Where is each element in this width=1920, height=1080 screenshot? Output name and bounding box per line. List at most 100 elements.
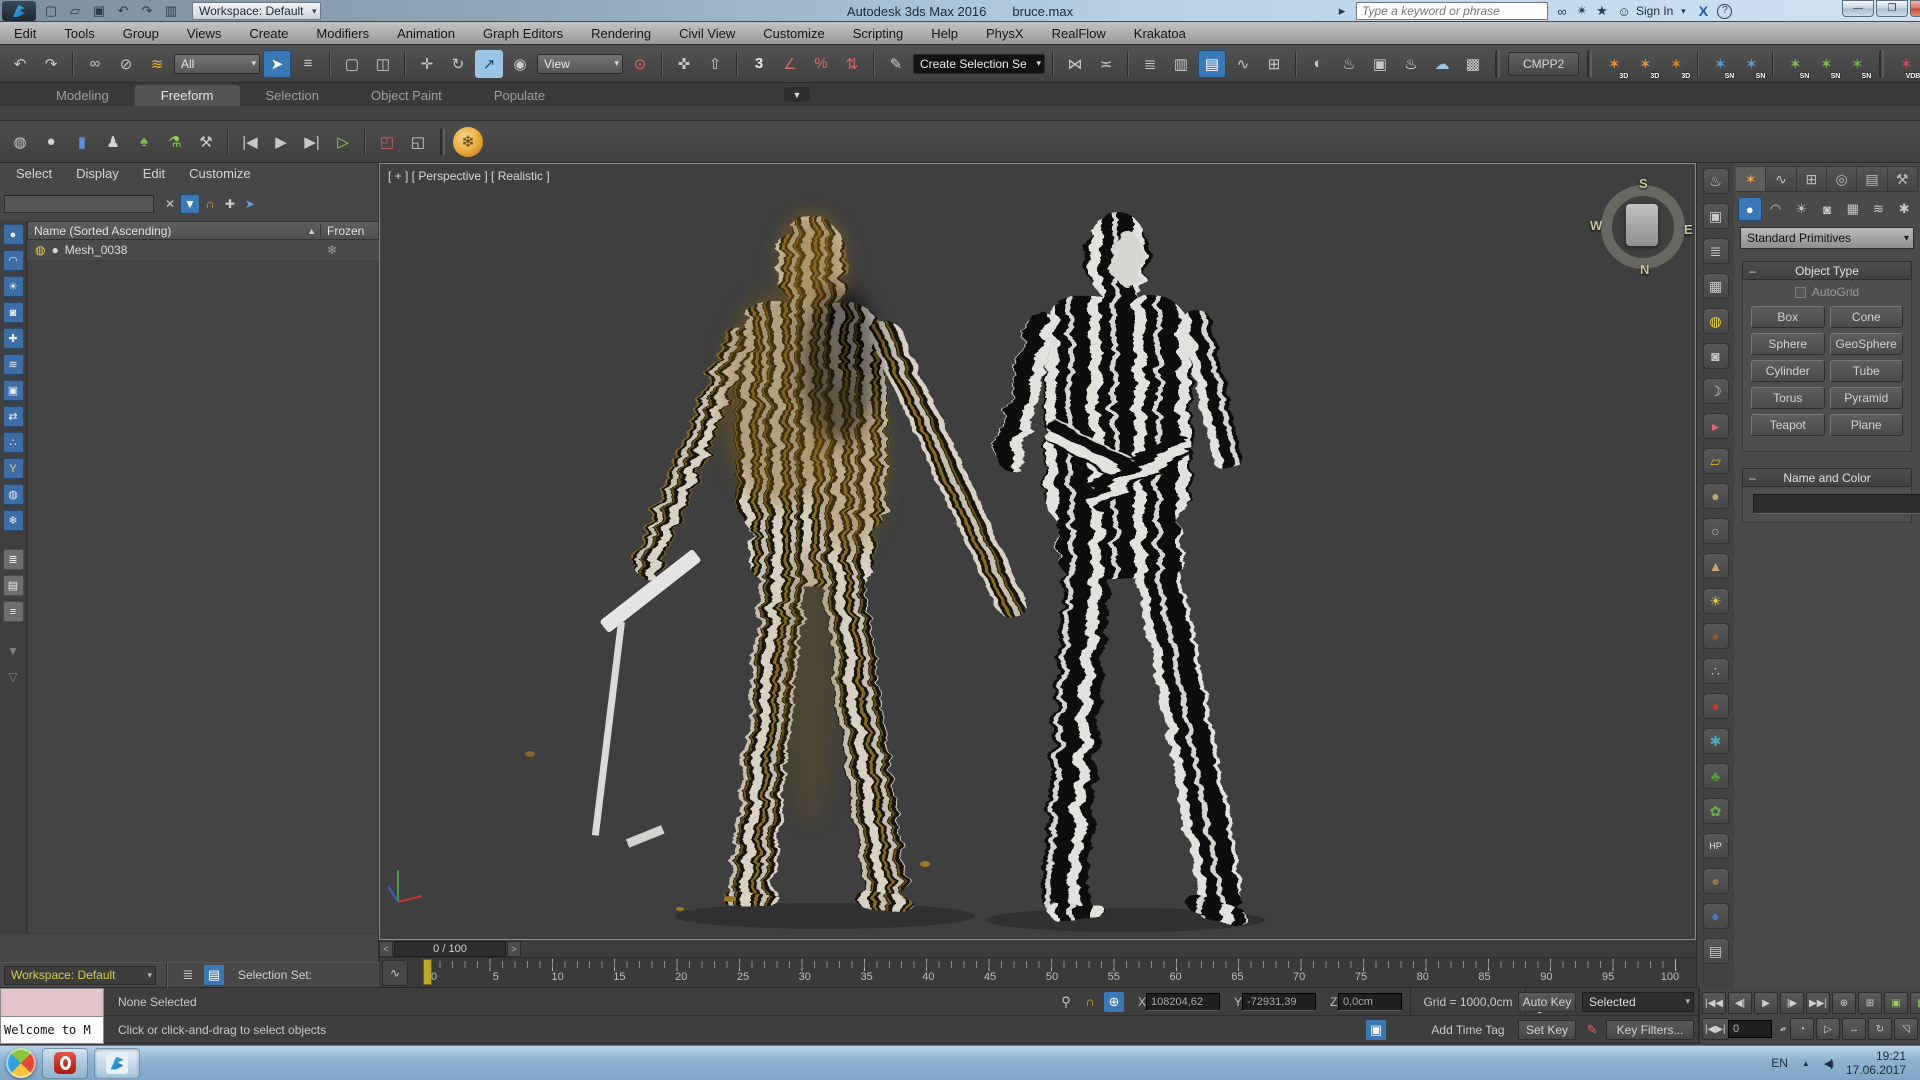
render-flyout-button[interactable]: ▩	[1459, 50, 1487, 78]
unlink-selection-icon[interactable]: ⊘	[112, 50, 140, 78]
language-indicator[interactable]: EN	[1771, 1056, 1788, 1070]
particle-dots-icon[interactable]: ∴	[1703, 658, 1729, 684]
track-bar[interactable]: ∿ 05101520253035404550556065707580859095…	[379, 958, 1696, 988]
se-display-lights-icon[interactable]: ☀	[3, 276, 24, 297]
sim-step-button[interactable]: ▶|	[298, 128, 326, 156]
ribbon-tab[interactable]: Freeform	[135, 85, 240, 106]
krakatoa-3d-paint-icon[interactable]: ✶3D	[1600, 50, 1628, 78]
primitive-button[interactable]: Torus	[1751, 387, 1825, 409]
menu-item[interactable]: Tools	[50, 22, 108, 45]
se-list-view-icon[interactable]: ≡	[3, 601, 24, 622]
ribbon-tab[interactable]: Selection	[240, 85, 345, 106]
search-input[interactable]	[1356, 2, 1548, 20]
category-helpers-icon[interactable]: ▦	[1841, 197, 1865, 221]
taskbar-opera-button[interactable]	[42, 1048, 88, 1079]
menu-item[interactable]: Scripting	[839, 22, 918, 45]
select-and-scale-button[interactable]: ↗	[475, 50, 503, 78]
tab-display[interactable]: ▤	[1857, 166, 1887, 192]
maxscript-mini-listener-white[interactable]: Welcome to M	[0, 1017, 104, 1044]
clear-search-icon[interactable]: ✕	[160, 194, 180, 214]
capsule-body-icon[interactable]: ▮	[68, 128, 96, 156]
column-name[interactable]: Name (Sorted Ascending)	[28, 224, 307, 238]
bind-to-spacewarp-icon[interactable]: ≋	[143, 50, 171, 78]
se-display-cameras-icon[interactable]: ◙	[3, 302, 24, 323]
curve-editor-button[interactable]: ∿	[1229, 50, 1257, 78]
white-plank[interactable]	[592, 549, 702, 848]
edit-named-sets-icon[interactable]: ✎	[882, 50, 910, 78]
graphite-ribbon-icon[interactable]: ▥	[1167, 50, 1195, 78]
pick-parent-icon[interactable]: ➤	[240, 194, 260, 214]
mesh-figure-right[interactable]	[991, 212, 1246, 926]
frozen-snowflake-icon[interactable]: ❄	[327, 243, 379, 257]
menu-item[interactable]: Edit	[0, 22, 50, 45]
camera-view-icon[interactable]: ◙	[1703, 343, 1729, 369]
se-display-geometry-icon[interactable]: ●	[3, 224, 24, 245]
redo-button[interactable]: ↷	[37, 50, 65, 78]
object-name[interactable]: Mesh_0038	[65, 243, 327, 257]
light-lister-icon[interactable]: ◍	[1703, 308, 1729, 334]
align-button[interactable]: ≍	[1092, 50, 1120, 78]
mirror-button[interactable]: ⋈	[1061, 50, 1089, 78]
ribbon-tab[interactable]: Populate	[468, 85, 571, 106]
previous-frame-arrow[interactable]: <	[379, 941, 393, 957]
se-display-materials-icon[interactable]: ◍	[3, 484, 24, 505]
se-display-frozen-icon[interactable]: ❄	[3, 510, 24, 531]
autogrid-checkbox[interactable]	[1795, 287, 1806, 298]
undo-qat-button[interactable]: ↶	[112, 2, 134, 20]
filter-toggle-icon[interactable]: ▼	[180, 194, 200, 214]
next-frame-arrow[interactable]: >	[507, 941, 521, 957]
sim-preview-button[interactable]: ▷	[329, 128, 357, 156]
daylight-sun-icon[interactable]: ☀	[1703, 588, 1729, 614]
favorites-star-icon[interactable]: ★	[1592, 3, 1612, 19]
flask-icon[interactable]: ⚗	[161, 128, 189, 156]
hammer-icon[interactable]: ⚒	[192, 128, 220, 156]
taskbar-clock[interactable]: 19:21 17.06.2017	[1846, 1049, 1906, 1077]
se-display-helpers-icon[interactable]: ✚	[3, 328, 24, 349]
auto-key-button[interactable]: Auto Key	[1518, 992, 1576, 1012]
menu-item[interactable]: PhysX	[972, 22, 1038, 45]
category-spacewarps-icon[interactable]: ≋	[1867, 197, 1891, 221]
close-button[interactable]: ✕	[1910, 0, 1920, 17]
rigid-body-icon[interactable]: ●	[37, 128, 65, 156]
scene-explorer-tree-area[interactable]	[27, 260, 379, 934]
y-coordinate-field[interactable]: -72931,39	[1242, 993, 1316, 1011]
pin-icon[interactable]: ⚲	[1056, 992, 1076, 1012]
workspace-bottom-dropdown[interactable]: Workspace: Default	[4, 966, 156, 985]
primitive-button[interactable]: Teapot	[1751, 414, 1825, 436]
rock-icon[interactable]: ●	[1703, 868, 1729, 894]
krakatoa-logo-icon[interactable]: ❄	[453, 127, 483, 157]
category-systems-icon[interactable]: ✱	[1892, 197, 1916, 221]
key-mode-dropdown[interactable]: Selected	[1582, 992, 1694, 1012]
se-filter-funnel-icon[interactable]: ▼	[3, 640, 24, 661]
viewcube-compass[interactable]: S W E N	[1596, 180, 1690, 274]
minimize-button[interactable]: —	[1842, 0, 1874, 17]
tab-motion[interactable]: ◎	[1827, 166, 1857, 192]
absolute-mode-icon[interactable]: ⊕	[1104, 992, 1124, 1012]
se-display-particles-icon[interactable]: ∴	[3, 432, 24, 453]
plugin-list-icon[interactable]: ◱	[404, 128, 432, 156]
primitive-button[interactable]: Cylinder	[1751, 360, 1825, 382]
object-type-rollout-header[interactable]: – Object Type	[1742, 261, 1912, 280]
category-lights-icon[interactable]: ☀	[1789, 197, 1813, 221]
add-time-tag[interactable]: Add Time Tag	[1410, 1023, 1526, 1037]
category-shapes-icon[interactable]: ◠	[1764, 197, 1788, 221]
se-expand-all-icon[interactable]: ≣	[3, 549, 24, 570]
menu-item[interactable]: Krakatoa	[1120, 22, 1200, 45]
zoom-extents-all-icon[interactable]: ▦	[1910, 992, 1920, 1014]
pan-hand-icon[interactable]: ↔	[1842, 1018, 1866, 1040]
redo-qat-button[interactable]: ↷	[136, 2, 158, 20]
select-and-rotate-button[interactable]: ↻	[444, 50, 472, 78]
taskbar-3dsmax-button[interactable]	[94, 1048, 140, 1079]
compass-north[interactable]: N	[1640, 262, 1649, 277]
tray-expand-icon[interactable]: ▲	[1802, 1059, 1810, 1068]
krakatoa-vdb-1-icon[interactable]: ✶VDB	[1892, 50, 1920, 78]
category-geometry-icon[interactable]: ●	[1738, 197, 1762, 221]
manage-layers-icon[interactable]: ≣	[178, 965, 198, 985]
water-sphere-icon[interactable]: ●	[1703, 903, 1729, 929]
menu-item[interactable]: Civil View	[665, 22, 749, 45]
key-filters-button[interactable]: Key Filters...	[1606, 1020, 1694, 1040]
cmpp2-button[interactable]: CMPP2	[1508, 52, 1579, 76]
compass-east[interactable]: E	[1684, 222, 1693, 237]
scene-explorer-menu-item[interactable]: Customize	[179, 166, 260, 181]
z-coordinate-field[interactable]: 0,0cm	[1338, 993, 1402, 1011]
